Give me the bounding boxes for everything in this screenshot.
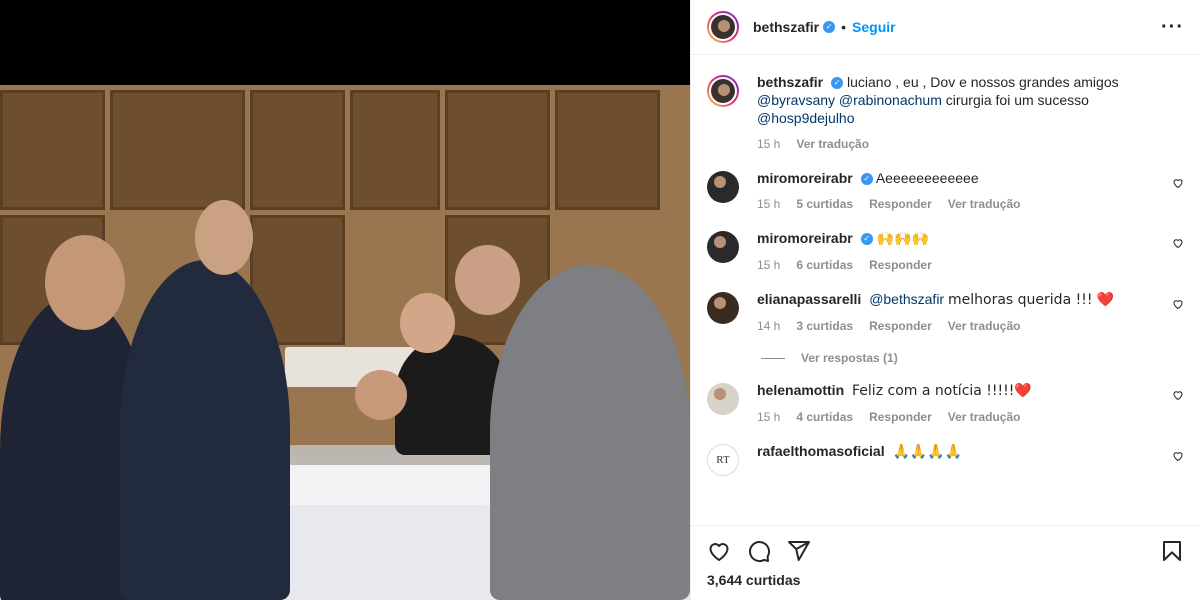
comment: RT rafaelthomasoficial 🙏🙏🙏🙏 (707, 442, 1184, 476)
caption-username[interactable]: bethszafir (757, 74, 823, 90)
follow-button[interactable]: Seguir (852, 19, 896, 35)
action-bar (707, 526, 1184, 576)
comment-username[interactable]: rafaelthomasoficial (757, 443, 885, 459)
wall-panel (110, 90, 245, 210)
translate-button[interactable]: Ver tradução (796, 135, 869, 153)
comment-username[interactable]: miromoreirabr (757, 230, 853, 246)
post-header: bethszafir ✓ • Seguir ··· (691, 0, 1200, 55)
mention-link[interactable]: @byravsany (757, 92, 835, 108)
comment: helenamottin Feliz com a notícia !!!!!❤️… (707, 381, 1184, 426)
post-actions: 3,644 curtidas (691, 525, 1200, 600)
commenter-avatar[interactable] (707, 231, 739, 263)
timestamp[interactable]: 15 h (757, 135, 780, 153)
instagram-post-view: bethszafir ✓ • Seguir ··· bethszafir ✓ lu… (0, 0, 1200, 600)
comment-text: 🙌🙌🙌 (876, 231, 929, 247)
comment-text: Aeeeeeeeeeeee (875, 170, 979, 186)
timestamp[interactable]: 15 h (757, 195, 780, 213)
translate-button[interactable]: Ver tradução (948, 317, 1021, 335)
face (195, 200, 253, 275)
wall-panel (0, 90, 105, 210)
caption-text: cirurgia foi um sucesso (945, 92, 1089, 108)
wall-panel (250, 90, 345, 210)
commenter-avatar-logo: RT (716, 454, 730, 466)
caption-avatar[interactable] (707, 75, 739, 107)
heart-icon[interactable] (1172, 389, 1184, 401)
heart-icon[interactable] (1172, 450, 1184, 462)
comment-text: Feliz com a notícia !!!!!❤️ (852, 383, 1032, 399)
patient-face (355, 370, 407, 420)
bookmark-icon[interactable] (1160, 539, 1184, 563)
comment: miromoreirabr ✓ 🙌🙌🙌 15 h 6 curtidas Respo… (707, 229, 1184, 274)
timestamp[interactable]: 15 h (757, 408, 780, 426)
heart-icon[interactable] (1172, 298, 1184, 310)
comment-text: 🙏🙏🙏🙏 (892, 444, 963, 460)
separator: • (841, 19, 847, 35)
comment-username[interactable]: helenamottin (757, 382, 844, 398)
reply-button[interactable]: Responder (869, 317, 932, 335)
commenter-avatar[interactable] (707, 383, 739, 415)
comment-icon[interactable] (747, 539, 771, 563)
face (455, 245, 520, 315)
post-sidebar: bethszafir ✓ • Seguir ··· bethszafir ✓ lu… (690, 0, 1200, 600)
mention-link[interactable]: @bethszafir (869, 291, 944, 307)
author-avatar[interactable] (707, 11, 739, 43)
heart-icon[interactable] (1172, 237, 1184, 249)
comment-likes[interactable]: 6 curtidas (796, 256, 853, 274)
comment-likes[interactable]: 4 curtidas (796, 408, 853, 426)
mention-link[interactable]: @hosp9dejulho (757, 110, 855, 126)
comment: elianapassarelli @bethszafir melhoras qu… (707, 290, 1184, 335)
wall-panel (350, 90, 440, 210)
caption-text: luciano , eu , Dov e nossos grandes amig… (847, 74, 1119, 90)
face (45, 235, 125, 330)
post-photo (0, 85, 690, 600)
verified-badge-icon: ✓ (860, 173, 873, 186)
verified-badge-icon: ✓ (831, 77, 844, 90)
like-heart-icon[interactable] (707, 539, 731, 563)
verified-badge-icon: ✓ (823, 21, 836, 33)
timestamp[interactable]: 14 h (757, 317, 780, 335)
comment: miromoreirabr ✓ Aeeeeeeeeeeee 15 h 5 curt… (707, 169, 1184, 213)
mention-link[interactable]: @rabinonachum (839, 92, 942, 108)
replies-divider (761, 357, 785, 359)
translate-button[interactable]: Ver tradução (948, 408, 1021, 426)
verified-badge-icon: ✓ (860, 233, 873, 246)
timestamp[interactable]: 15 h (757, 256, 780, 274)
more-options-icon[interactable]: ··· (1161, 17, 1184, 37)
heart-icon[interactable] (1172, 177, 1184, 189)
comment-likes[interactable]: 3 curtidas (796, 317, 853, 335)
commenter-avatar[interactable] (707, 292, 739, 324)
comment-likes[interactable]: 5 curtidas (796, 195, 853, 213)
post-media[interactable] (0, 0, 690, 600)
translate-button[interactable]: Ver tradução (948, 195, 1021, 213)
reply-button[interactable]: Responder (869, 408, 932, 426)
reply-button[interactable]: Responder (869, 256, 932, 274)
face (400, 293, 455, 353)
view-replies-button[interactable]: Ver respostas (1) (761, 351, 1184, 365)
post-caption: bethszafir ✓ luciano , eu , Dov e nossos … (707, 73, 1184, 153)
commenter-avatar[interactable]: RT (707, 444, 739, 476)
comment-text: melhoras querida !!! ❤️ (948, 292, 1115, 308)
person-suit (120, 260, 290, 600)
person-grey (490, 265, 690, 600)
comment-username[interactable]: miromoreirabr (757, 170, 853, 186)
wall-panel (555, 90, 660, 210)
author-username[interactable]: bethszafir (753, 19, 819, 35)
view-replies-label[interactable]: Ver respostas (1) (801, 351, 898, 365)
comments-list[interactable]: bethszafir ✓ luciano , eu , Dov e nossos … (691, 56, 1200, 524)
share-icon[interactable] (787, 539, 811, 563)
comment-username[interactable]: elianapassarelli (757, 291, 861, 307)
likes-count[interactable]: 3,644 curtidas (707, 572, 1184, 588)
reply-button[interactable]: Responder (869, 195, 932, 213)
commenter-avatar[interactable] (707, 171, 739, 203)
wall-panel (445, 90, 550, 210)
